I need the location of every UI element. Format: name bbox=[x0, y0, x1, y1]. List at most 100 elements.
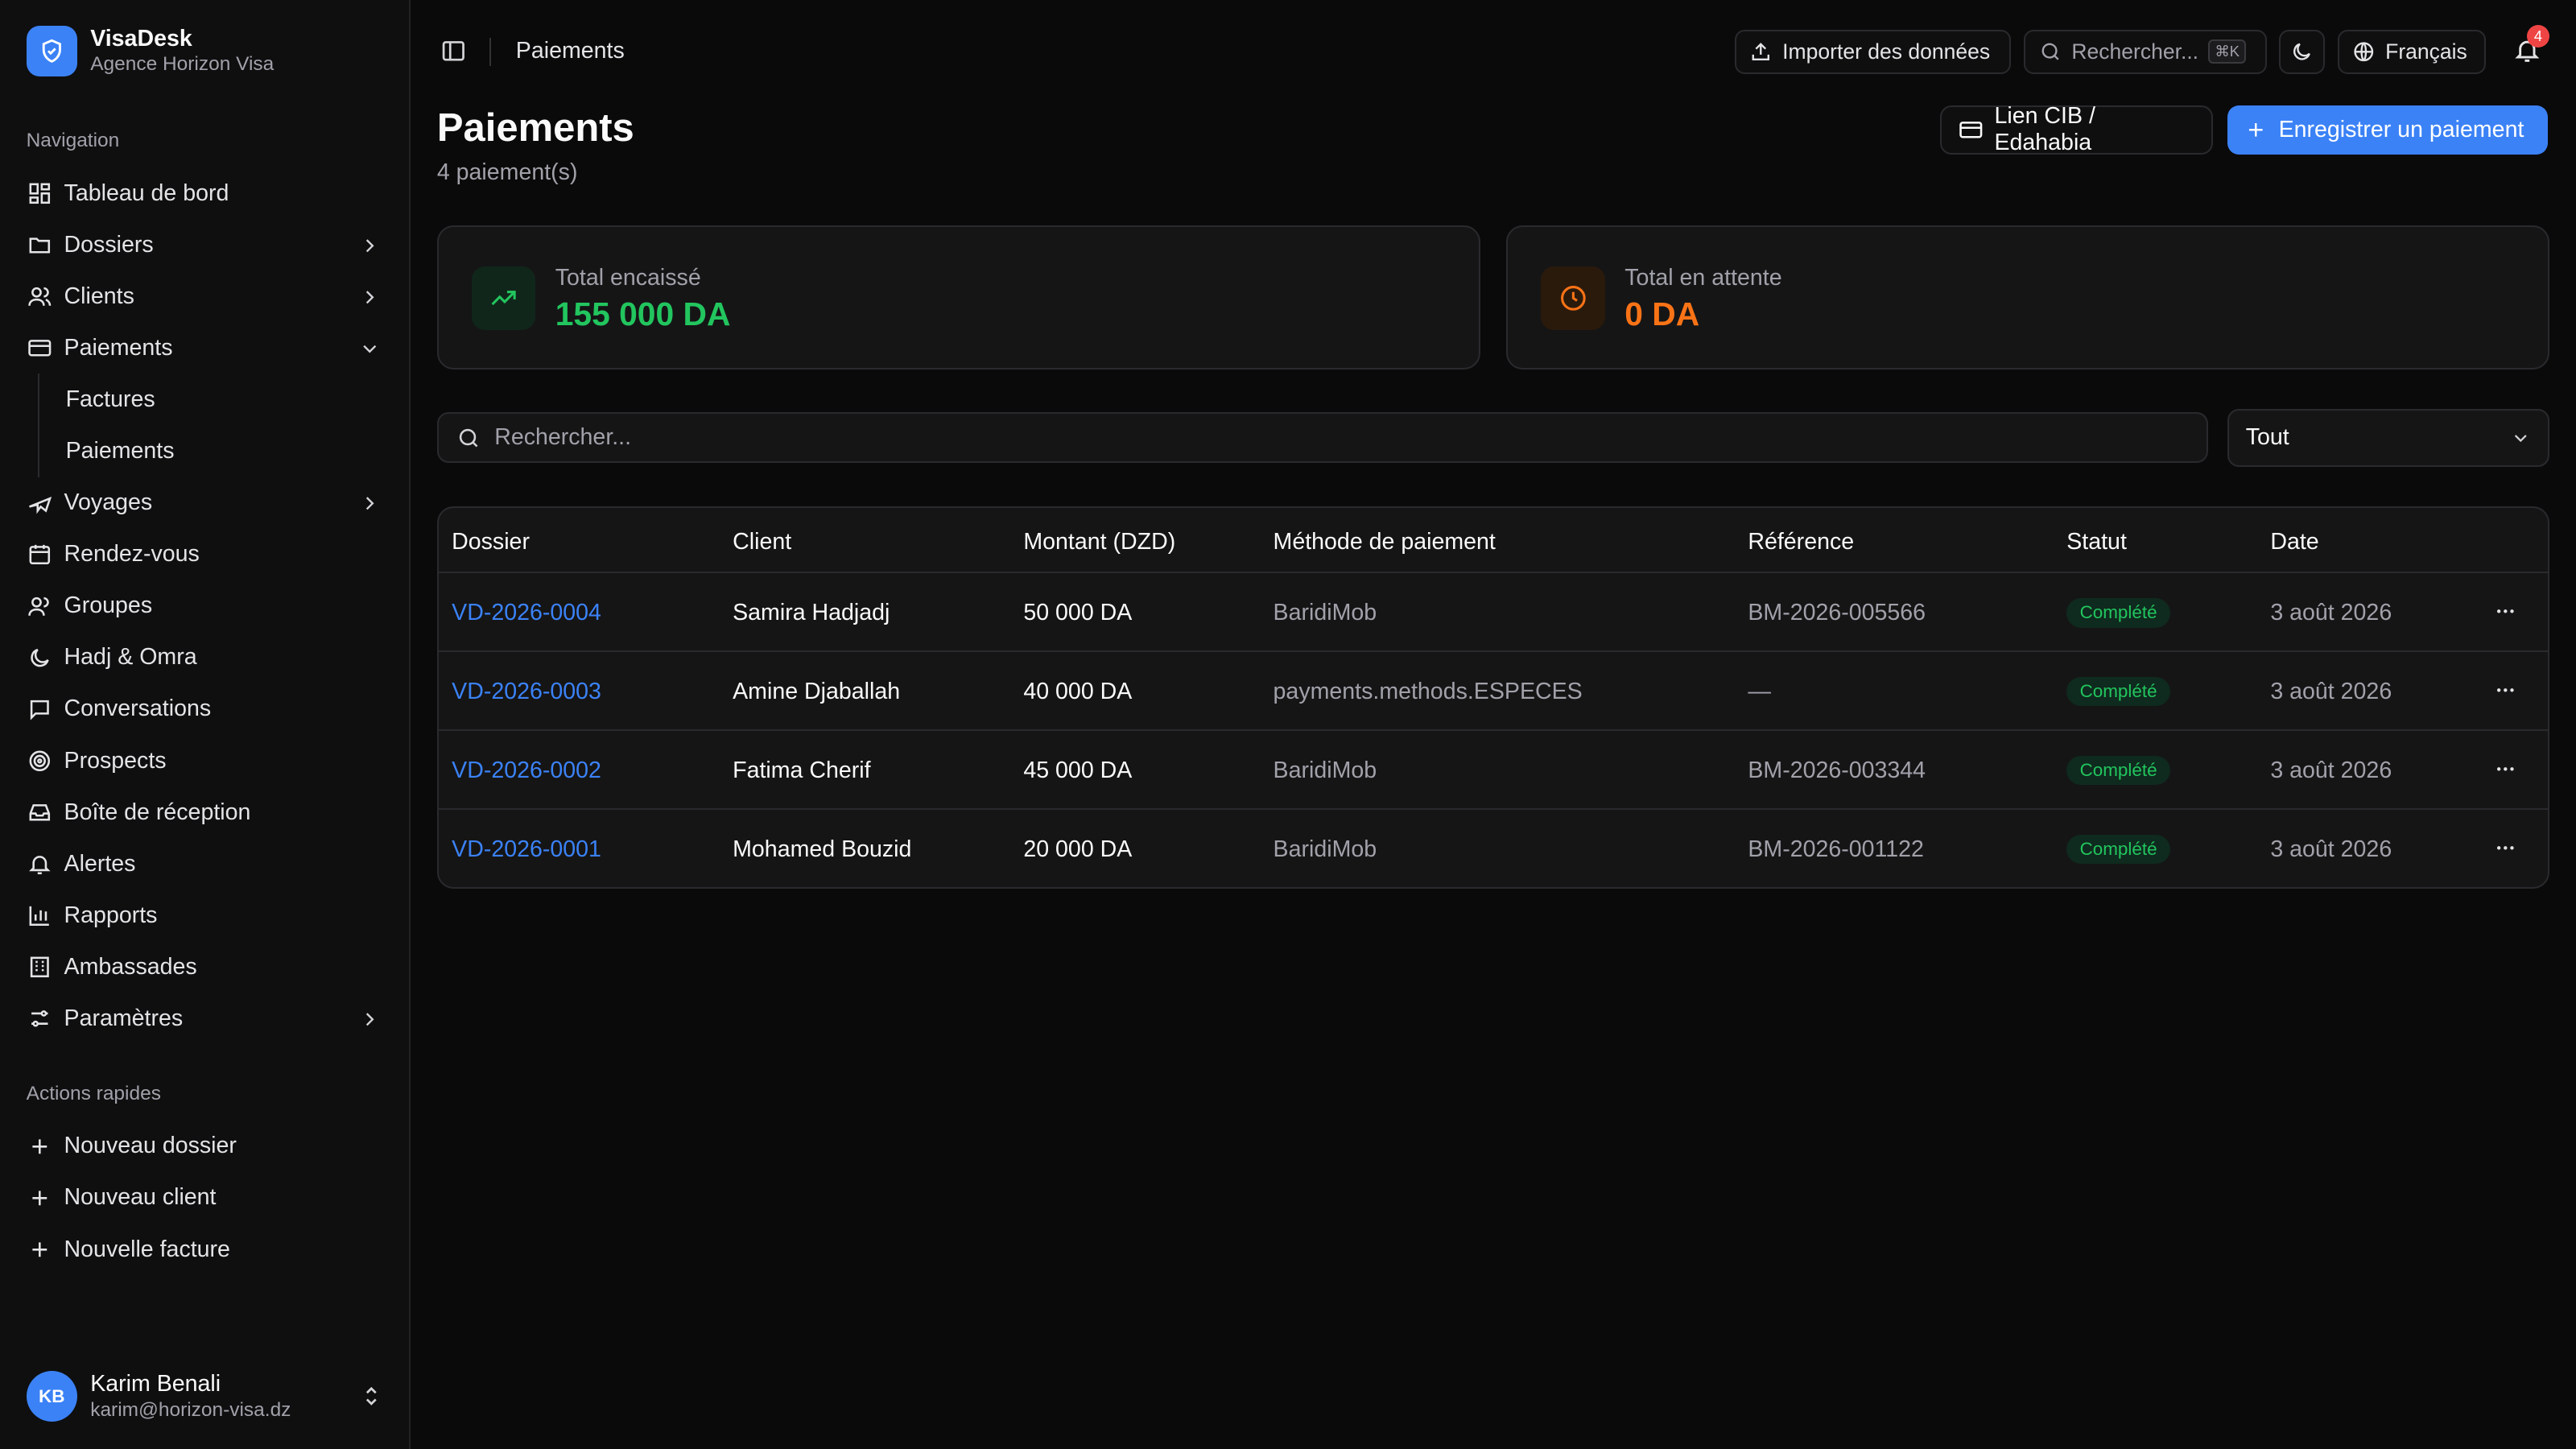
column-header[interactable]: Référence bbox=[1748, 529, 1854, 555]
status-filter-select[interactable]: Tout bbox=[2227, 409, 2550, 467]
column-header[interactable]: Dossier bbox=[452, 529, 530, 555]
dossier-link[interactable]: VD-2026-0003 bbox=[452, 679, 601, 705]
sidebar-nav: Tableau de bord Dossiers Clients Paiemen… bbox=[13, 167, 398, 1044]
sidebar-item-prospects[interactable]: Prospects bbox=[13, 735, 398, 786]
notification-count-badge: 4 bbox=[2526, 24, 2550, 48]
shield-icon bbox=[26, 25, 77, 76]
quick-action-nouvelle-facture[interactable]: Nouvelle facture bbox=[13, 1224, 398, 1275]
sidebar-item-voyages[interactable]: Voyages bbox=[13, 477, 398, 529]
method-cell: BaridiMob bbox=[1273, 599, 1377, 625]
sidebar-item-label: Tableau de bord bbox=[64, 180, 229, 206]
sidebar-subitem-factures[interactable]: Factures bbox=[66, 374, 398, 425]
sidebar-toggle-icon[interactable] bbox=[440, 38, 469, 66]
sidebar-item-tableau-de-bord[interactable]: Tableau de bord bbox=[13, 167, 398, 219]
calendar-icon bbox=[27, 541, 53, 568]
status-badge: Complété bbox=[2066, 834, 2170, 865]
record-payment-label: Enregistrer un paiement bbox=[2278, 116, 2524, 142]
more-actions-icon[interactable] bbox=[2492, 677, 2519, 704]
credit-card-icon bbox=[1959, 118, 1984, 142]
cib-link-button[interactable]: Lien CIB / Edahabia bbox=[1940, 103, 2213, 155]
sidebar-item-dossiers[interactable]: Dossiers bbox=[13, 219, 398, 270]
search-icon bbox=[456, 426, 481, 451]
brand-subtitle: Agence Horizon Visa bbox=[90, 53, 275, 76]
date-cell: 3 août 2026 bbox=[2270, 599, 2392, 625]
more-actions-icon[interactable] bbox=[2492, 835, 2519, 861]
global-search-button[interactable]: Rechercher... ⌘K bbox=[2024, 29, 2268, 74]
quick-action-nouveau-dossier[interactable]: Nouveau dossier bbox=[13, 1121, 398, 1172]
column-header[interactable]: Montant (DZD) bbox=[1023, 529, 1175, 555]
user-email: karim@horizon-visa.dz bbox=[90, 1398, 291, 1421]
import-button[interactable]: Importer des données bbox=[1735, 29, 2011, 74]
user-menu[interactable]: KB Karim Benali karim@horizon-visa.dz bbox=[26, 1370, 388, 1422]
sidebar-subitem-paiements[interactable]: Paiements bbox=[66, 426, 398, 477]
sidebar-item-rapports[interactable]: Rapports bbox=[13, 890, 398, 941]
import-button-label: Importer des données bbox=[1782, 39, 1991, 64]
bar-chart-icon bbox=[27, 902, 53, 929]
target-icon bbox=[27, 748, 53, 774]
amount-cell: 50 000 DA bbox=[1023, 599, 1133, 625]
dossier-link[interactable]: VD-2026-0004 bbox=[452, 600, 601, 626]
dossier-link[interactable]: VD-2026-0002 bbox=[452, 758, 601, 784]
clock-icon bbox=[1541, 266, 1605, 331]
sidebar-item-label: Factures bbox=[65, 386, 155, 412]
sidebar-item-alertes[interactable]: Alertes bbox=[13, 838, 398, 890]
more-actions-icon[interactable] bbox=[2492, 598, 2519, 625]
brand[interactable]: VisaDesk Agence Horizon Visa bbox=[26, 25, 275, 77]
divider bbox=[489, 37, 492, 66]
quick-action-nouveau-client[interactable]: Nouveau client bbox=[13, 1172, 398, 1224]
shortcut-hint: ⌘K bbox=[2208, 39, 2247, 64]
sidebar-item-groupes[interactable]: Groupes bbox=[13, 580, 398, 632]
quick-actions: Nouveau dossier Nouveau client Nouvelle … bbox=[13, 1121, 398, 1275]
upload-icon bbox=[1749, 40, 1773, 64]
reference-cell: BM-2026-005566 bbox=[1748, 599, 1926, 625]
inbox-icon bbox=[27, 799, 53, 826]
column-header[interactable]: Méthode de paiement bbox=[1274, 529, 1496, 555]
table-row[interactable]: VD-2026-0001 Mohamed Bouzid 20 000 DA Ba… bbox=[439, 810, 2548, 887]
method-cell: BaridiMob bbox=[1273, 757, 1377, 783]
sidebar-item-boite-de-reception[interactable]: Boîte de réception bbox=[13, 786, 398, 838]
status-badge: Complété bbox=[2066, 755, 2170, 786]
sidebar-item-label: Alertes bbox=[64, 850, 136, 877]
sidebar-item-hadj-omra[interactable]: Hadj & Omra bbox=[13, 632, 398, 683]
table-header: Dossier Client Montant (DZD) Méthode de … bbox=[438, 508, 2549, 574]
sidebar-item-label: Ambassades bbox=[64, 953, 197, 980]
sidebar-item-ambassades[interactable]: Ambassades bbox=[13, 941, 398, 993]
sidebar-item-parametres[interactable]: Paramètres bbox=[13, 993, 398, 1044]
table-row[interactable]: VD-2026-0002 Fatima Cherif 45 000 DA Bar… bbox=[438, 731, 2549, 811]
sidebar-item-rendez-vous[interactable]: Rendez-vous bbox=[13, 529, 398, 580]
column-header[interactable]: Client bbox=[733, 529, 791, 555]
dossier-link[interactable]: VD-2026-0001 bbox=[452, 836, 601, 863]
stat-card-pending: Total en attente 0 DA bbox=[1506, 225, 2550, 370]
language-select[interactable]: Français bbox=[2338, 29, 2486, 74]
table-row[interactable]: VD-2026-0004 Samira Hadjadj 50 000 DA Ba… bbox=[438, 573, 2549, 653]
globe-icon bbox=[2352, 40, 2376, 64]
theme-toggle-button[interactable] bbox=[2278, 29, 2325, 74]
amount-cell: 40 000 DA bbox=[1023, 678, 1133, 704]
column-header[interactable]: Statut bbox=[2066, 529, 2127, 555]
amount-cell: 20 000 DA bbox=[1023, 836, 1133, 862]
settings-icon bbox=[27, 1005, 53, 1032]
sidebar-item-paiements[interactable]: Paiements bbox=[13, 322, 398, 374]
stat-label: Total en attente bbox=[1624, 264, 1782, 291]
method-cell: BaridiMob bbox=[1273, 836, 1377, 862]
quick-action-label: Nouveau client bbox=[64, 1184, 217, 1211]
search-input[interactable] bbox=[494, 424, 1973, 452]
page-subtitle: 4 paiement(s) bbox=[436, 159, 578, 185]
page-title: Paiements bbox=[436, 105, 634, 150]
more-actions-icon[interactable] bbox=[2492, 756, 2519, 782]
sidebar-item-clients[interactable]: Clients bbox=[13, 270, 398, 322]
chevron-right-icon bbox=[358, 492, 382, 515]
sidebar-item-conversations[interactable]: Conversations bbox=[13, 683, 398, 735]
message-icon bbox=[27, 696, 53, 723]
column-header[interactable]: Date bbox=[2270, 529, 2318, 555]
users-icon bbox=[27, 283, 53, 310]
sidebar-item-label: Paiements bbox=[64, 334, 173, 361]
table-row[interactable]: VD-2026-0003 Amine Djaballah 40 000 DA p… bbox=[438, 652, 2549, 732]
sidebar-item-label: Paramètres bbox=[64, 1005, 184, 1031]
stat-card-collected: Total encaissé 155 000 DA bbox=[436, 225, 1480, 370]
subnav-paiements: Factures Paiements bbox=[37, 374, 398, 477]
sidebar-item-label: Paiements bbox=[65, 438, 175, 464]
record-payment-button[interactable]: Enregistrer un paiement bbox=[2227, 105, 2549, 155]
stat-label: Total encaissé bbox=[555, 264, 701, 291]
quick-actions-label: Actions rapides bbox=[26, 1082, 161, 1104]
